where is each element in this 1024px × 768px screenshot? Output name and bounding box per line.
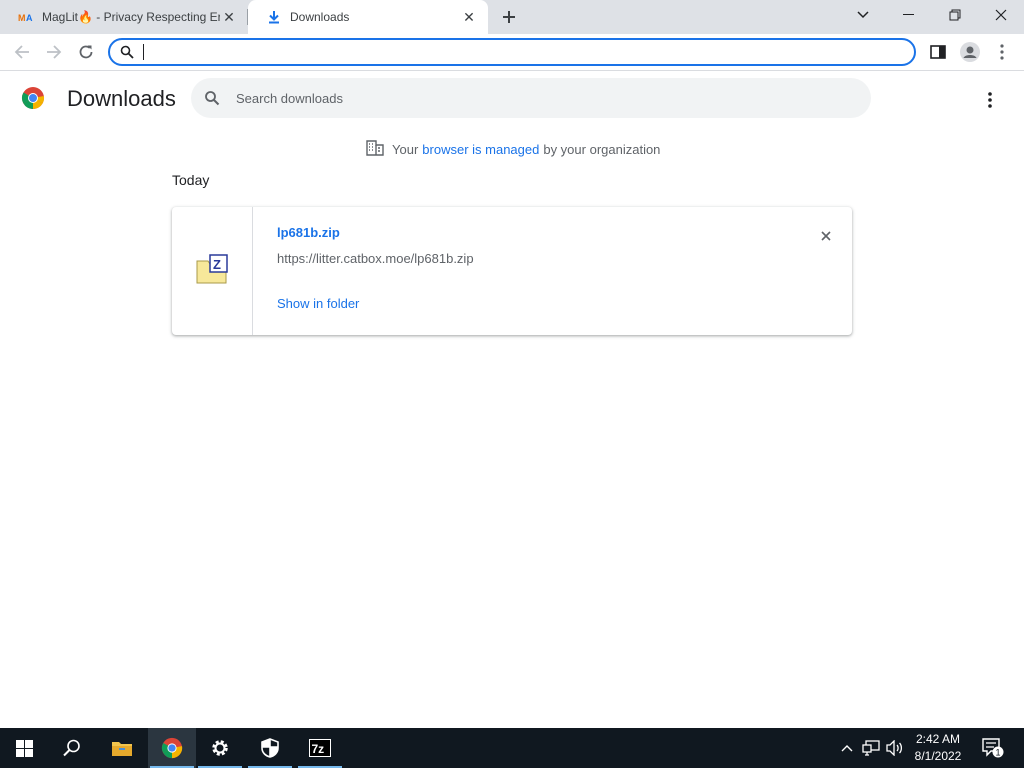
- managed-prefix: Your: [392, 141, 419, 157]
- search-downloads-input[interactable]: [236, 89, 836, 107]
- search-icon: [204, 90, 220, 111]
- 7zip-icon[interactable]: 7z: [296, 728, 344, 768]
- address-bar[interactable]: [108, 38, 916, 66]
- svg-text:7z: 7z: [312, 742, 325, 756]
- side-panel-icon[interactable]: [924, 38, 952, 66]
- show-in-folder-link[interactable]: Show in folder: [277, 296, 359, 311]
- remove-download-icon[interactable]: [814, 224, 838, 248]
- tab-maglit[interactable]: MA MagLit🔥 - Privacy Respecting Er ✕: [0, 0, 248, 34]
- managed-suffix: by your organization: [543, 141, 661, 157]
- downloads-header: Downloads: [0, 72, 1024, 126]
- taskbar-clock[interactable]: 2:42 AM 8/1/2022: [906, 731, 970, 765]
- notification-center-icon[interactable]: 1: [980, 728, 1006, 768]
- taskbar-search-icon[interactable]: [48, 728, 96, 768]
- svg-text:A: A: [26, 13, 33, 23]
- browser-toolbar: [0, 34, 1024, 71]
- building-icon: [366, 139, 384, 159]
- text-caret: [143, 44, 144, 60]
- restore-button[interactable]: [932, 0, 978, 30]
- download-source-url: https://litter.catbox.moe/lp681b.zip: [277, 251, 474, 266]
- zip-file-icon: Z: [196, 254, 230, 289]
- tab-downloads[interactable]: Downloads ✕: [248, 0, 488, 34]
- browser-managed-link[interactable]: browser is managed: [422, 142, 539, 157]
- page-title: Downloads: [67, 86, 176, 111]
- new-tab-button[interactable]: [498, 6, 520, 28]
- svg-text:M: M: [18, 13, 26, 23]
- address-input[interactable]: [142, 43, 902, 61]
- browser-menu-icon[interactable]: [988, 38, 1016, 66]
- managed-notice: Your browser is managed by your organiza…: [366, 139, 661, 159]
- tab-title: Downloads: [290, 10, 350, 24]
- volume-icon[interactable]: [884, 728, 906, 768]
- maglit-favicon-icon: MA: [18, 9, 34, 25]
- chrome-logo-icon: [21, 86, 45, 110]
- download-file-name-link[interactable]: lp681b.zip: [277, 225, 340, 240]
- settings-icon[interactable]: [196, 728, 244, 768]
- forward-button[interactable]: [40, 38, 68, 66]
- file-icon-column: Z: [172, 207, 253, 335]
- chrome-taskbar-icon[interactable]: [148, 728, 196, 768]
- clock-date: 8/1/2022: [914, 749, 962, 763]
- close-tab-icon[interactable]: ✕: [220, 8, 238, 26]
- minimize-button[interactable]: [886, 0, 932, 30]
- download-icon: [266, 9, 282, 25]
- search-icon: [120, 45, 134, 64]
- more-actions-icon[interactable]: [976, 86, 1004, 114]
- notification-count: 1: [996, 748, 1001, 758]
- windows-security-icon[interactable]: [246, 728, 294, 768]
- network-icon[interactable]: [860, 728, 882, 768]
- close-tab-icon[interactable]: ✕: [460, 8, 478, 26]
- tab-strip: MA MagLit🔥 - Privacy Respecting Er ✕ Dow…: [0, 0, 1024, 34]
- date-section-header: Today: [172, 172, 210, 188]
- profile-avatar-icon[interactable]: [956, 38, 984, 66]
- close-window-button[interactable]: [978, 0, 1024, 30]
- svg-text:Z: Z: [213, 257, 221, 272]
- search-downloads-box[interactable]: [191, 78, 871, 118]
- download-item-card: Z lp681b.zip https://litter.catbox.moe/l…: [172, 207, 852, 335]
- file-explorer-icon[interactable]: [98, 728, 146, 768]
- show-hidden-icons-chevron-icon[interactable]: [838, 728, 856, 768]
- windows-taskbar: 7z 2:42 AM 8/1/2022 1: [0, 728, 1024, 768]
- start-icon[interactable]: [0, 728, 48, 768]
- tab-search-chevron-icon[interactable]: [840, 0, 886, 30]
- clock-time: 2:42 AM: [915, 732, 961, 746]
- back-button[interactable]: [8, 38, 36, 66]
- reload-button[interactable]: [72, 38, 100, 66]
- tab-title: MagLit🔥 - Privacy Respecting Er: [42, 10, 220, 24]
